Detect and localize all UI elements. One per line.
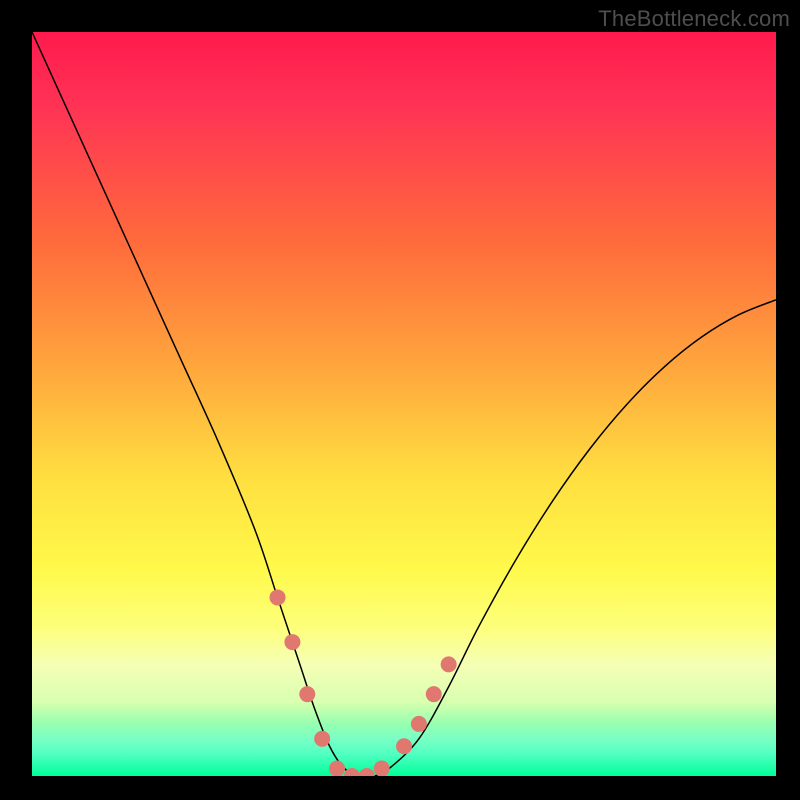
curve-marker xyxy=(299,686,315,702)
curve-marker xyxy=(284,634,300,650)
curve-marker xyxy=(270,589,286,605)
curve-marker xyxy=(396,738,412,754)
curve-marker xyxy=(374,761,390,776)
curve-marker xyxy=(411,716,427,732)
curve-marker xyxy=(426,686,442,702)
bottleneck-curve-svg xyxy=(32,32,776,776)
curve-marker xyxy=(344,768,360,776)
curve-marker xyxy=(441,656,457,672)
curve-marker xyxy=(359,768,375,776)
chart-plot-area xyxy=(32,32,776,776)
curve-markers xyxy=(270,589,457,776)
bottleneck-curve-path xyxy=(32,32,776,776)
curve-marker xyxy=(329,761,345,776)
curve-marker xyxy=(314,731,330,747)
watermark-text: TheBottleneck.com xyxy=(598,6,790,32)
